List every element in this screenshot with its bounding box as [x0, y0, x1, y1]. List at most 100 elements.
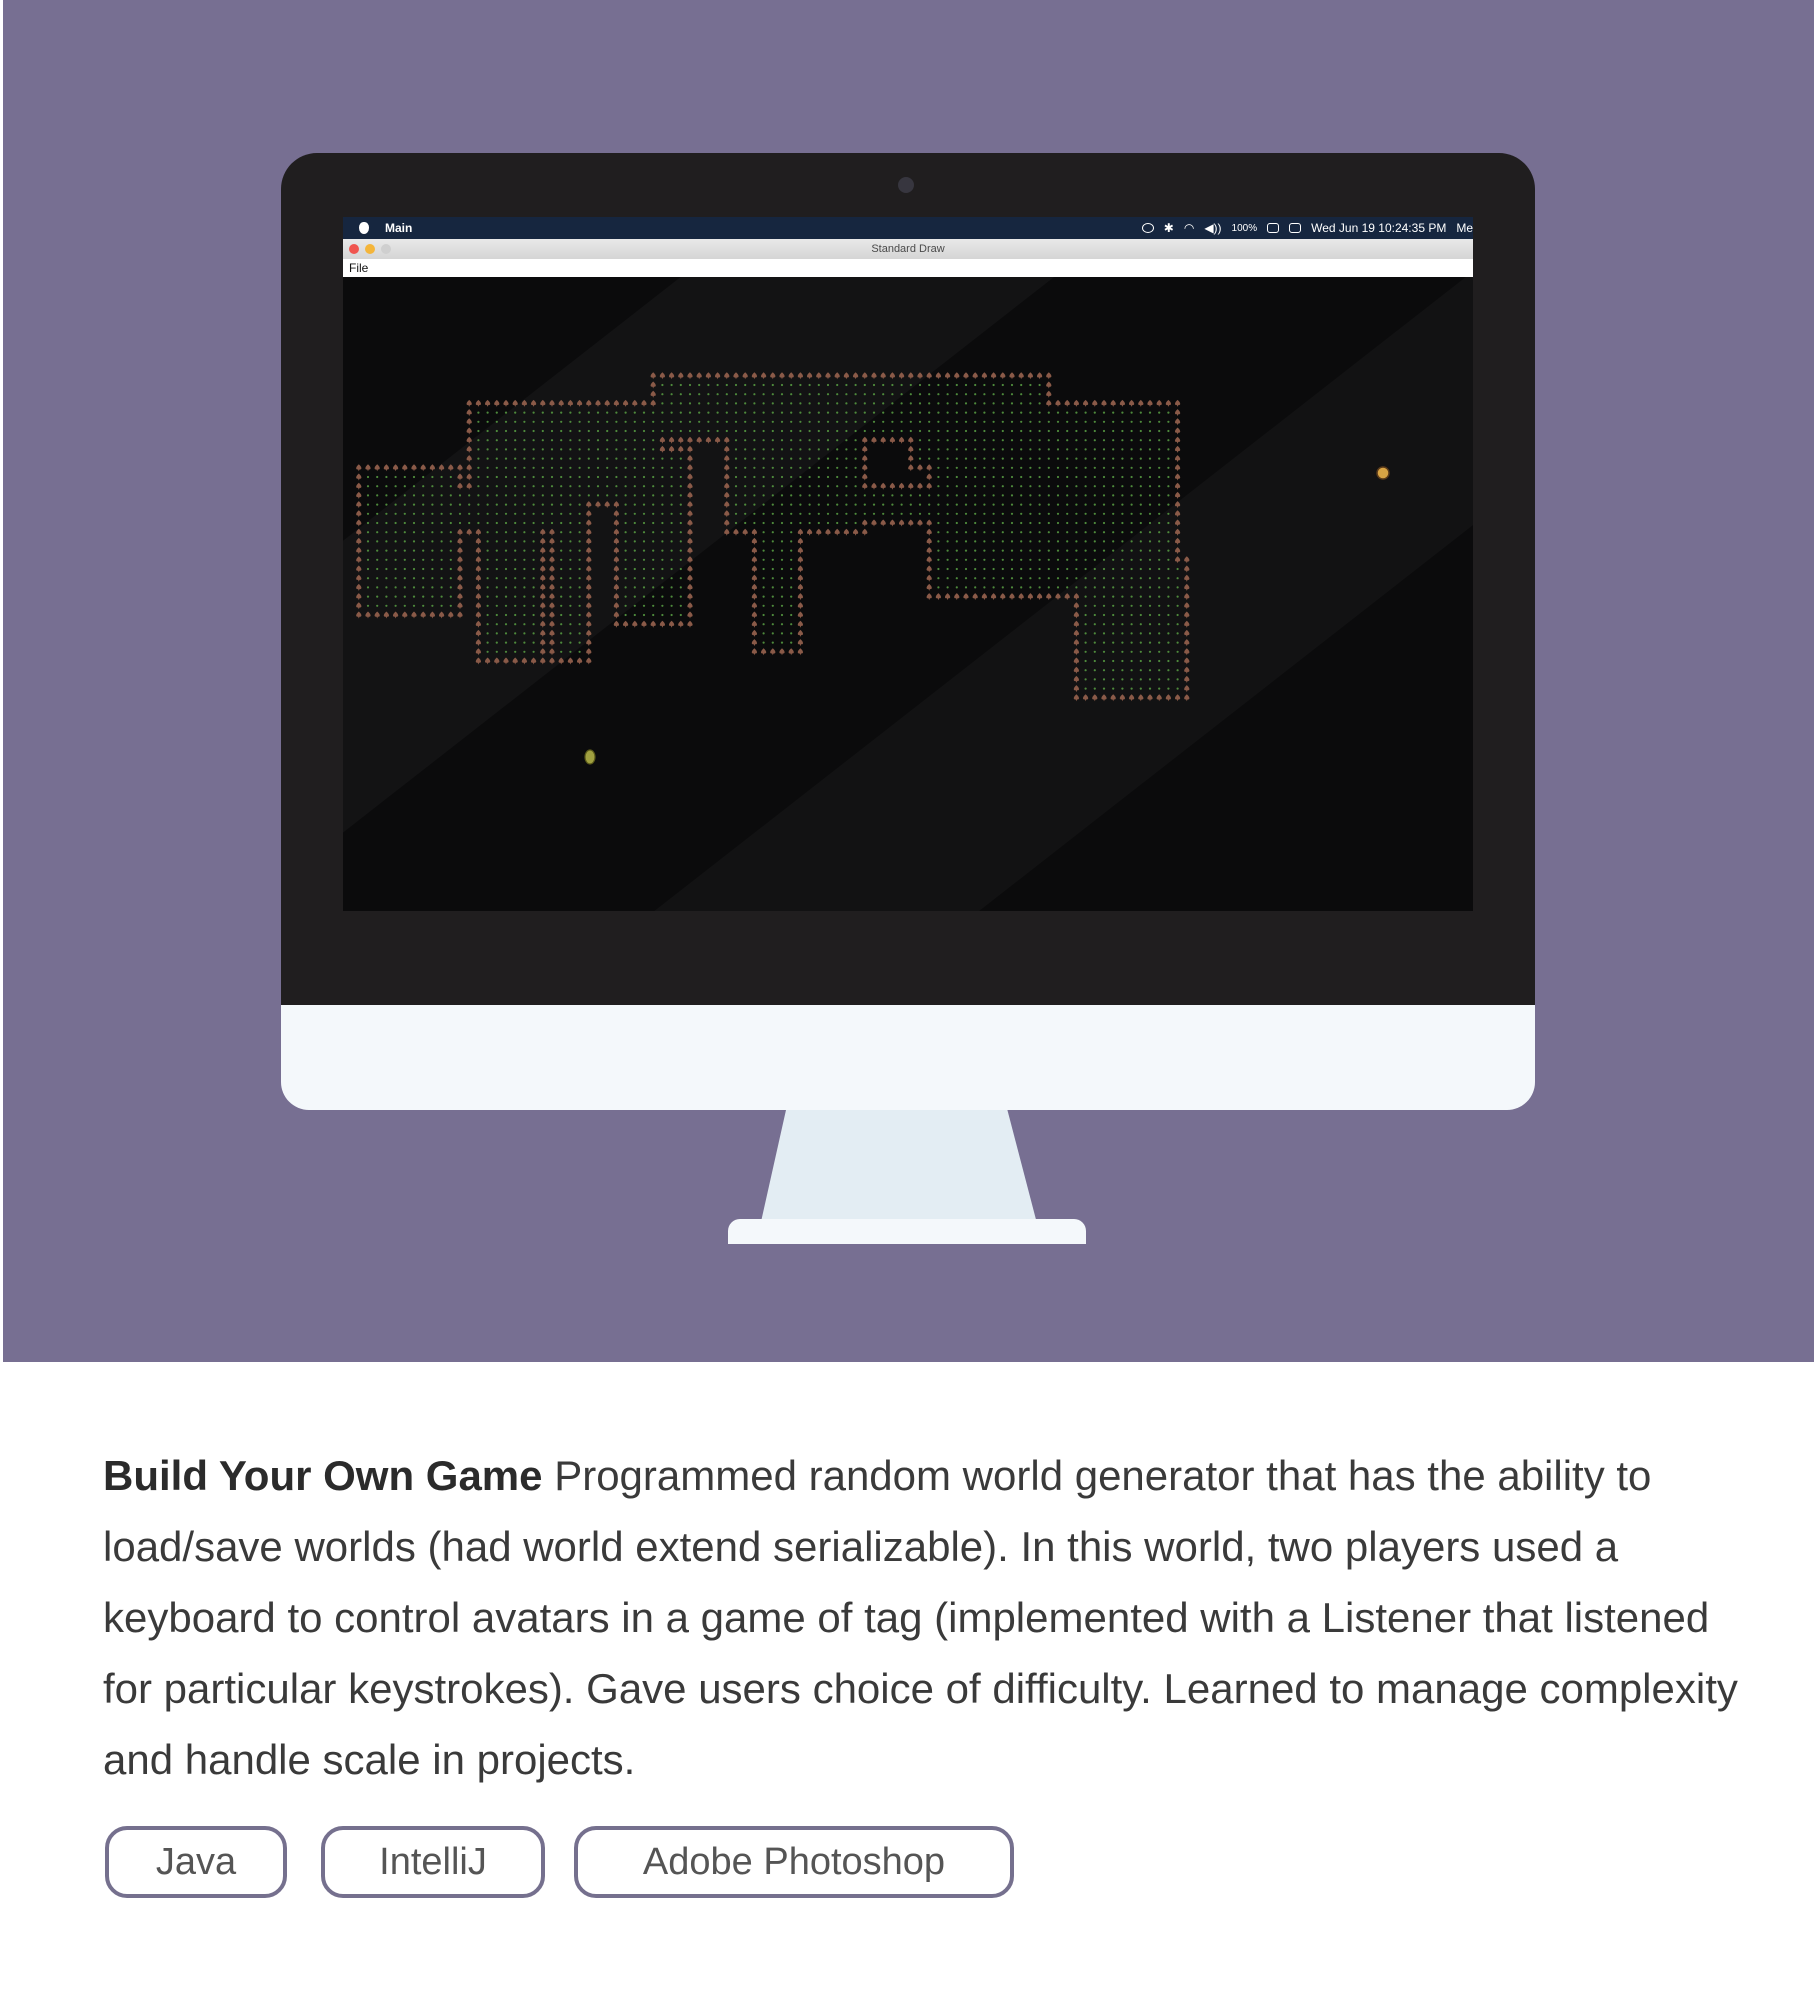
floor-tile [514, 503, 517, 506]
floor-tile [1066, 567, 1069, 571]
floor-tile [468, 521, 471, 525]
window-close-button[interactable] [349, 244, 359, 254]
floor-tile [909, 429, 912, 433]
floor-tile [440, 512, 443, 515]
floor-tile [918, 448, 922, 451]
menubar-user[interactable]: Me [1456, 221, 1473, 235]
floor-tile [550, 429, 554, 433]
floor-tile [431, 494, 434, 497]
floor-tile [1112, 632, 1115, 635]
floor-tile [909, 420, 912, 423]
volume-icon[interactable]: ◀)) [1204, 221, 1221, 235]
wall-tile [374, 464, 380, 472]
floor-tile [1158, 632, 1161, 635]
floor-tile [523, 439, 526, 442]
wall-tile [862, 455, 868, 463]
floor-tile [1084, 659, 1087, 663]
floor-tile [964, 411, 968, 414]
floor-tile [514, 586, 517, 589]
wall-tile [356, 537, 362, 545]
floor-tile [900, 393, 903, 396]
floor-tile [817, 485, 820, 488]
floor-tile [587, 475, 590, 479]
floor-tile [974, 503, 977, 506]
floor-tile [845, 439, 848, 442]
window-zoom-button[interactable] [381, 244, 391, 254]
floor-tile [514, 595, 517, 598]
wall-tile [392, 611, 399, 619]
wall-tile [898, 436, 905, 444]
floor-tile [1148, 558, 1152, 561]
floor-tile [1001, 586, 1004, 589]
floor-tile [624, 439, 627, 442]
floor-tile [412, 577, 416, 580]
floor-tile [1084, 678, 1087, 681]
wall-tile [724, 491, 730, 499]
wall-tile [549, 574, 555, 582]
floor-tile [679, 494, 682, 497]
floor-tile [1001, 549, 1004, 552]
creative-cloud-icon[interactable] [1141, 223, 1154, 233]
floor-tile [790, 623, 793, 626]
floor-tile [1066, 429, 1069, 433]
floor-tile [504, 623, 508, 626]
floor-tile [633, 475, 636, 479]
floor-tile [946, 558, 949, 561]
floor-tile [854, 411, 857, 414]
floor-tile [394, 521, 397, 525]
floor-tile [771, 429, 774, 433]
wall-tile [438, 464, 445, 472]
battery-icon[interactable] [1267, 223, 1280, 233]
floor-tile [983, 393, 986, 396]
floor-tile [964, 540, 968, 543]
floor-tile [495, 586, 498, 589]
floor-tile [780, 485, 784, 488]
floor-tile [1038, 420, 1041, 423]
floor-tile [1093, 457, 1096, 460]
floor-tile [661, 485, 664, 488]
wall-tile [586, 501, 592, 509]
floor-tile [615, 411, 618, 414]
floor-tile [780, 429, 784, 433]
calendar-icon[interactable] [1289, 223, 1302, 233]
floor-tile [1167, 669, 1170, 672]
window-titlebar[interactable]: Standard Draw [343, 239, 1473, 260]
floor-tile [854, 383, 857, 387]
bluetooth-icon[interactable]: ✱ [1164, 221, 1174, 235]
floor-tile [1176, 650, 1179, 653]
wall-tile [1184, 602, 1190, 610]
floor-tile [385, 567, 388, 571]
wifi-icon[interactable]: ◠ [1184, 221, 1194, 235]
floor-tile [734, 429, 738, 433]
wall-tile [521, 399, 528, 407]
project-title: Build Your Own Game [103, 1452, 543, 1499]
wall-tile [1174, 409, 1181, 417]
floor-tile [964, 549, 968, 552]
floor-tile [992, 531, 995, 534]
menubar-app-name[interactable]: Main [385, 221, 412, 235]
wall-tile [1184, 629, 1190, 637]
wall-tile [1128, 399, 1135, 407]
floor-tile [587, 457, 590, 460]
floor-tile [495, 641, 498, 644]
floor-tile [532, 448, 535, 451]
floor-tile [661, 512, 664, 515]
floor-tile [624, 448, 627, 451]
menubar-datetime[interactable]: Wed Jun 19 10:24:35 PM [1311, 221, 1446, 235]
wall-tile [1128, 694, 1135, 702]
wall-tile [613, 537, 620, 545]
floor-tile [578, 650, 581, 653]
floor-tile [633, 420, 636, 423]
game-world-canvas[interactable] [343, 277, 1473, 911]
window-minimize-button[interactable] [365, 244, 375, 254]
floor-tile [734, 383, 738, 387]
floor-tile [1102, 540, 1106, 543]
floor-tile [670, 549, 673, 552]
menu-file[interactable]: File [349, 261, 368, 275]
apple-icon[interactable] [359, 222, 369, 234]
wall-tile [954, 593, 960, 601]
floor-tile [403, 595, 406, 598]
floor-tile [514, 494, 517, 497]
floor-tile [523, 503, 526, 506]
floor-tile [863, 411, 866, 414]
